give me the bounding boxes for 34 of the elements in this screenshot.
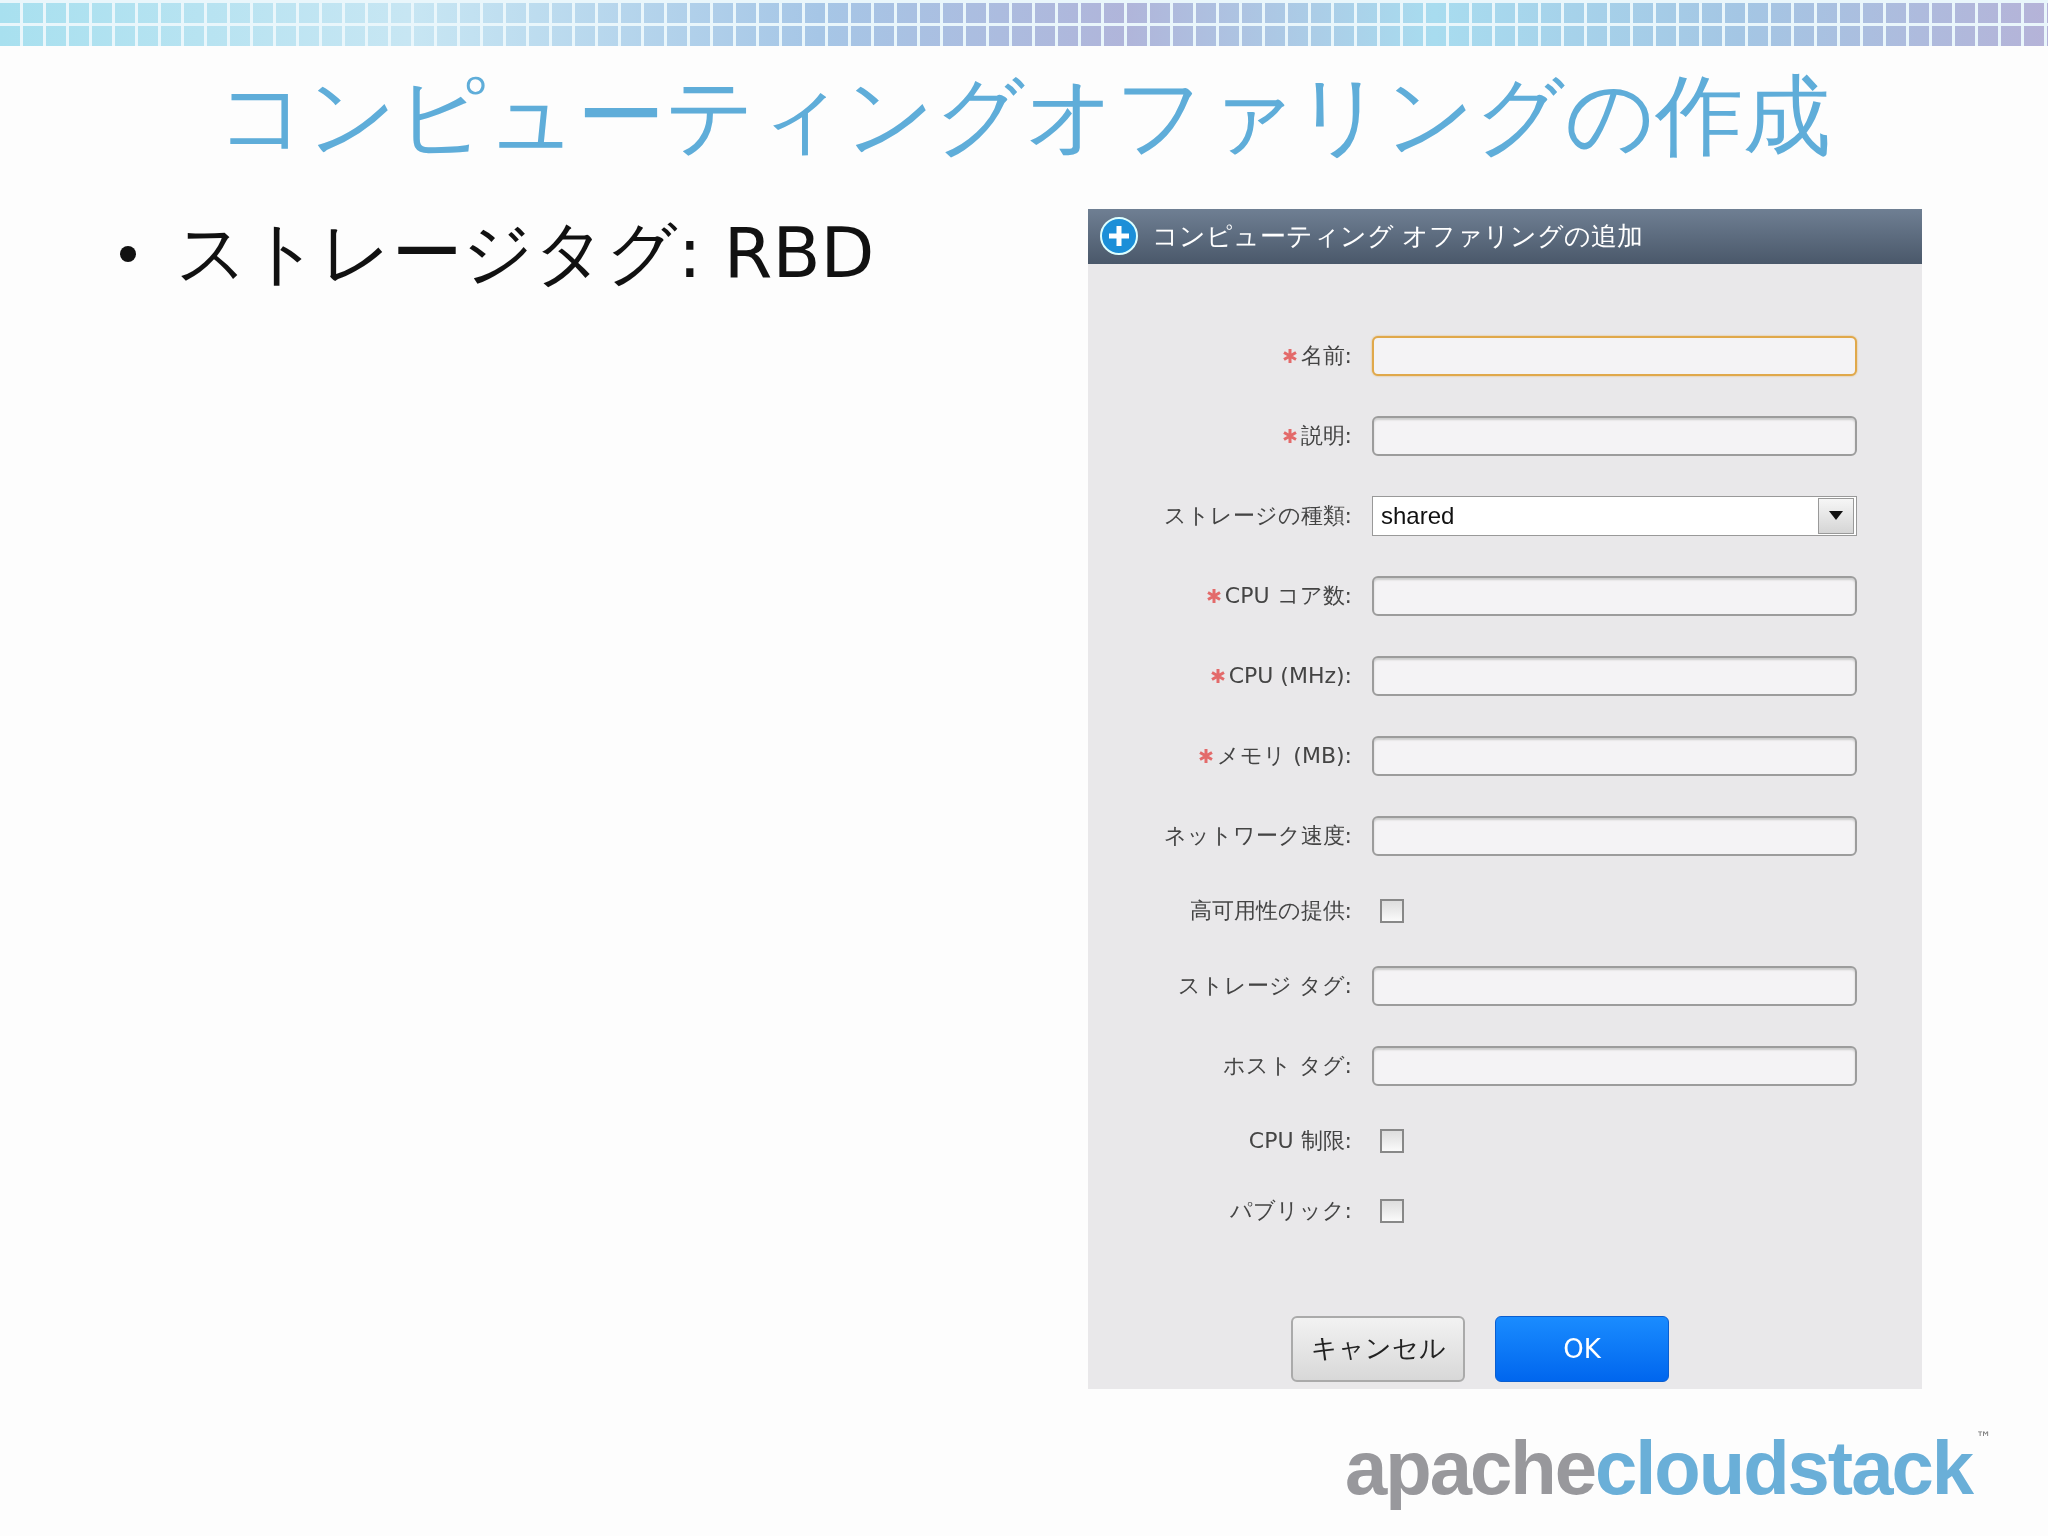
- text-field[interactable]: [1372, 1045, 1857, 1086]
- checkbox[interactable]: [1380, 1198, 1404, 1223]
- text-field[interactable]: [1372, 655, 1857, 696]
- ok-button[interactable]: OK: [1495, 1315, 1669, 1382]
- checkbox[interactable]: [1380, 898, 1404, 923]
- field-label: メモリ (MB):: [1217, 741, 1352, 770]
- field-label: CPU コア数:: [1224, 581, 1352, 610]
- field-label: パブリック:: [1229, 1196, 1352, 1225]
- trademark-mark: ™: [1975, 1428, 1992, 1448]
- caret-icon: [1829, 511, 1843, 521]
- dialog-title: コンピューティング オファリングの追加: [1152, 219, 1644, 253]
- bullet-dot: [120, 245, 136, 262]
- cancel-button[interactable]: キャンセル: [1291, 1315, 1465, 1382]
- bullet-text: ストレージタグ: RBD: [176, 210, 875, 296]
- text-field[interactable]: [1372, 415, 1857, 456]
- field-label: ネットワーク速度:: [1163, 821, 1352, 850]
- slide-title: コンピューティングオファリングの作成: [216, 68, 1832, 165]
- text-field[interactable]: [1372, 815, 1857, 856]
- field-label: 名前:: [1300, 341, 1352, 370]
- add-icon: [1100, 217, 1138, 256]
- text-field[interactable]: [1372, 965, 1857, 1006]
- checkbox[interactable]: [1380, 1128, 1404, 1153]
- field-label: CPU (MHz):: [1228, 663, 1352, 689]
- logo-wordmark: apachecloudstack: [1345, 1424, 1972, 1512]
- text-field[interactable]: [1372, 575, 1857, 616]
- field-label: ストレージ タグ:: [1177, 971, 1352, 1000]
- storage-type-dropdown[interactable]: shared: [1372, 495, 1857, 536]
- field-label: CPU 制限:: [1248, 1126, 1352, 1155]
- field-label: 高可用性の提供:: [1189, 896, 1352, 925]
- field-label: 説明:: [1300, 421, 1352, 450]
- field-label: ホスト タグ:: [1222, 1051, 1352, 1080]
- text-field[interactable]: [1372, 335, 1857, 376]
- text-field[interactable]: [1372, 735, 1857, 776]
- field-label: ストレージの種類:: [1163, 501, 1352, 530]
